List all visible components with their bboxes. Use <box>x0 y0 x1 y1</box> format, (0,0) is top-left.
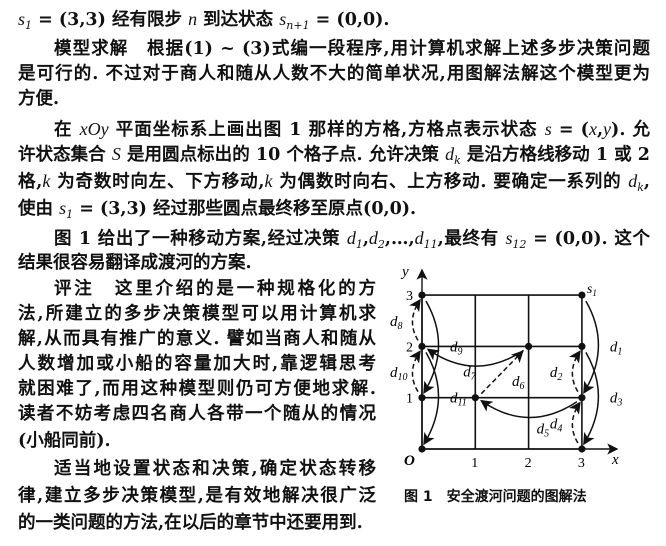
state-point <box>418 342 426 350</box>
move-label-d5: d5 <box>537 422 550 440</box>
move-label-sub: 1 <box>617 346 622 357</box>
state-point <box>578 394 586 402</box>
state-point <box>418 394 426 402</box>
y-tick-label: 2 <box>406 340 413 355</box>
state-point <box>525 342 533 350</box>
start-label-sub: 1 <box>592 288 597 298</box>
move-label-sub: 10 <box>398 372 408 383</box>
move-label-d9: d9 <box>450 339 463 357</box>
x-tick-label: 2 <box>525 456 532 471</box>
move-label-sub: 4 <box>557 423 562 434</box>
y-axis-label: y <box>400 264 409 280</box>
move-arrow-d4 <box>569 401 581 444</box>
move-arrow-d10 <box>409 350 421 393</box>
move-label-sub: 11 <box>458 398 467 409</box>
move-label-d4: d4 <box>550 416 563 434</box>
move-label-sub: 8 <box>398 321 403 332</box>
state-point <box>578 342 586 350</box>
start-state-label: s1 <box>587 282 597 298</box>
x-axis-label: x <box>611 452 619 468</box>
move-label-d3: d3 <box>610 391 623 409</box>
move-arrow-d2 <box>569 350 581 393</box>
figure-caption: 图 1 安全渡河问题的图解法 <box>404 489 587 505</box>
x-tick-label: 3 <box>578 456 585 471</box>
move-label-d11: d11 <box>450 391 467 409</box>
move-label-d8: d8 <box>390 314 403 332</box>
move-label-sub: 5 <box>544 429 549 440</box>
y-tick-label: 1 <box>406 392 413 407</box>
origin-label: O <box>404 453 415 469</box>
move-label-d2: d2 <box>550 365 563 383</box>
state-point <box>418 291 426 299</box>
move-arrow-d8 <box>409 298 421 341</box>
x-tick-label: 1 <box>471 456 478 471</box>
y-tick-label: 3 <box>406 289 413 304</box>
move-label-d10: d10 <box>390 365 408 383</box>
state-point <box>471 394 479 402</box>
move-label-sub: 6 <box>519 381 524 392</box>
figure-state-transition-grid: yxO 1 2 3123 s1d1d2d3d4d5d6d7d8d9d10d11 <box>390 264 623 471</box>
move-label-sub: 2 <box>557 372 562 383</box>
state-point <box>578 445 586 453</box>
move-label-sub: 3 <box>616 398 622 409</box>
move-label-d1: d1 <box>610 339 623 357</box>
state-point <box>418 445 426 453</box>
move-label-d6: d6 <box>512 374 525 392</box>
state-point <box>578 291 586 299</box>
move-label-sub: 9 <box>458 346 463 357</box>
